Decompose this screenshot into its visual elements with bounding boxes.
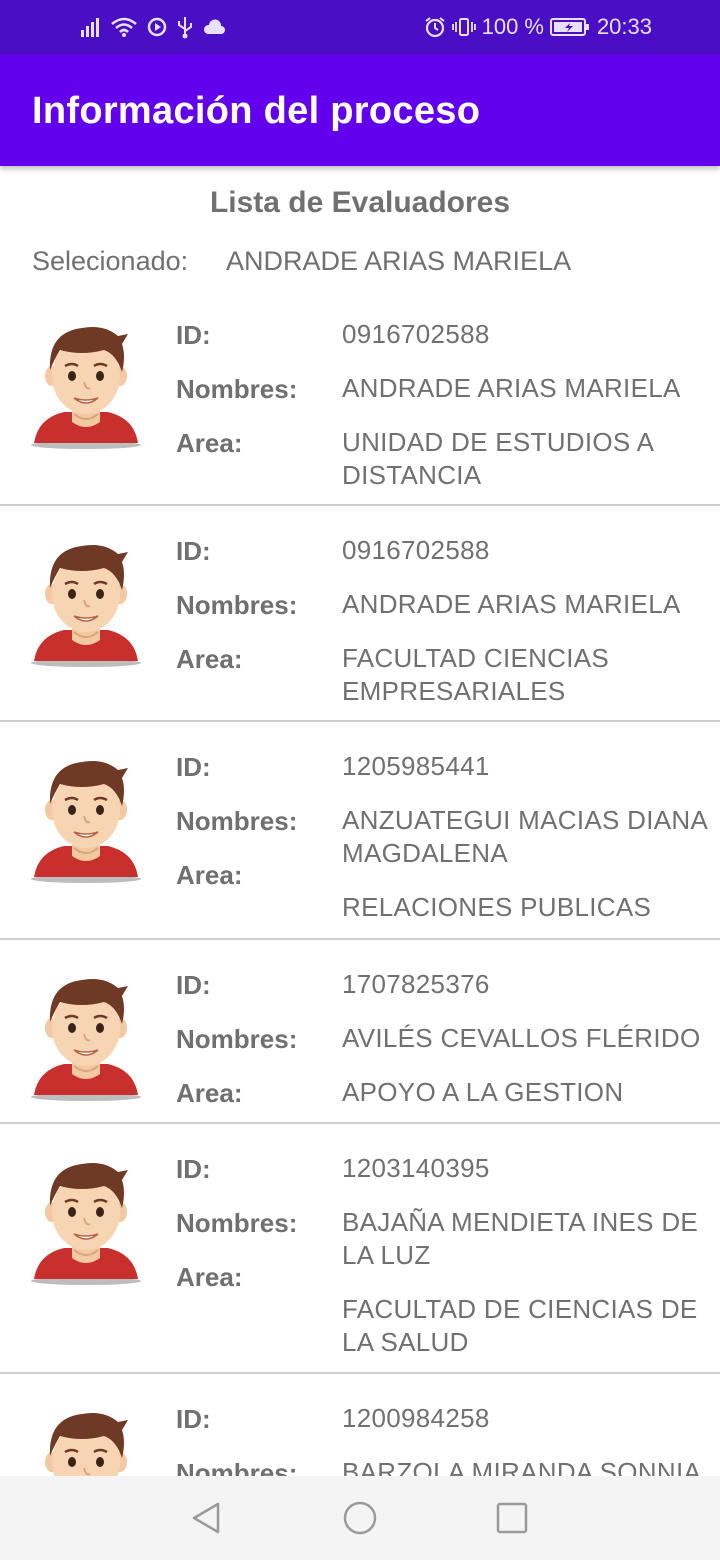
evaluator-card[interactable]: ID: 1203140395 Nombres: BAJAÑA MENDIETA … (0, 1124, 720, 1374)
vibrate-icon (451, 14, 476, 40)
names-label: Nombres: (176, 1208, 298, 1238)
names-value: BARZOLA MIRANDA SONNIA (342, 1457, 702, 1476)
id-label: ID: (176, 536, 211, 566)
names-value: BAJAÑA MENDIETA INES DE LA LUZ (342, 1207, 699, 1270)
names-label: Nombres: (176, 1024, 298, 1054)
area-label: Area: (176, 860, 243, 890)
app-bar: Información del proceso (0, 54, 720, 166)
area-value: UNIDAD DE ESTUDIOS A DISTANCIA (342, 427, 653, 490)
names-label: Nombres: (176, 806, 298, 836)
status-icons-left (80, 14, 226, 40)
page-title: Información del proceso (32, 90, 481, 132)
avatar (12, 958, 160, 1106)
names-label: Nombres: (176, 590, 298, 620)
names-label: Nombres: (176, 374, 298, 404)
names-value: ANDRADE ARIAS MARIELA (342, 589, 681, 619)
id-label: ID: (176, 1404, 211, 1434)
signal-icon (80, 14, 102, 40)
evaluator-card[interactable]: ID: 0916702588 Nombres: ANDRADE ARIAS MA… (0, 288, 720, 506)
home-icon[interactable] (342, 1500, 378, 1541)
status-icons-right: 100 % (424, 14, 590, 40)
id-label: ID: (176, 1154, 211, 1184)
area-label: Area: (176, 1078, 243, 1108)
selected-row: Selecionado: ANDRADE ARIAS MARIELA (32, 246, 571, 277)
id-label: ID: (176, 752, 211, 782)
selected-value: ANDRADE ARIAS MARIELA (226, 246, 572, 276)
area-value: RELACIONES PUBLICAS (342, 892, 652, 922)
id-value: 0916702588 (342, 535, 490, 565)
usb-icon (176, 14, 194, 40)
id-value: 1200984258 (342, 1403, 490, 1433)
area-value: FACULTAD DE CIENCIAS DE LA SALUD (342, 1294, 698, 1357)
person-avatar-icon (12, 306, 160, 454)
id-value: 1205985441 (342, 751, 490, 781)
evaluator-card[interactable]: ID: 1707825376 Nombres: AVILÉS CEVALLOS … (0, 940, 720, 1124)
evaluator-list[interactable]: ID: 0916702588 Nombres: ANDRADE ARIAS MA… (0, 288, 720, 1476)
names-value: ANDRADE ARIAS MARIELA (342, 373, 681, 403)
avatar (12, 740, 160, 888)
battery-percent: 100 % (481, 14, 544, 39)
id-label: ID: (176, 320, 211, 350)
person-avatar-icon (12, 1142, 160, 1290)
id-value: 1203140395 (342, 1153, 490, 1183)
recents-icon[interactable] (494, 1500, 530, 1541)
avatar (12, 306, 160, 454)
person-avatar-icon (12, 740, 160, 888)
navigation-bar (0, 1476, 720, 1560)
status-time: 20:33 (596, 14, 652, 39)
names-label: Nombres: (176, 1458, 298, 1476)
id-value: 0916702588 (342, 319, 490, 349)
status-bar: 100 % 20:33 (0, 0, 720, 54)
area-label: Area: (176, 428, 243, 458)
evaluator-card[interactable]: ID: 1205985441 Nombres: ANZUATEGUI MACIA… (0, 722, 720, 940)
avatar (12, 1142, 160, 1290)
person-avatar-icon (12, 958, 160, 1106)
area-value: FACULTAD CIENCIAS EMPRESARIALES (342, 643, 610, 706)
back-icon[interactable] (188, 1500, 224, 1541)
person-avatar-icon (12, 524, 160, 672)
avatar (12, 1392, 160, 1476)
area-value: APOYO A LA GESTION (342, 1077, 624, 1107)
record-icon (146, 14, 168, 40)
avatar (12, 524, 160, 672)
names-value: ANZUATEGUI MACIAS DIANA MAGDALENA (342, 805, 707, 868)
alarm-icon (424, 14, 446, 40)
evaluator-card[interactable]: ID: 0916702588 Nombres: ANDRADE ARIAS MA… (0, 506, 720, 722)
area-label: Area: (176, 644, 243, 674)
area-label: Area: (176, 1262, 243, 1292)
battery-icon (550, 14, 590, 40)
person-avatar-icon (12, 1392, 160, 1476)
list-title: Lista de Evaluadores (209, 186, 511, 219)
cloud-icon (202, 14, 226, 40)
id-value: 1707825376 (342, 969, 490, 999)
selected-label: Selecionado: (32, 246, 189, 276)
id-label: ID: (176, 970, 211, 1000)
wifi-icon (110, 14, 138, 40)
names-value: AVILÉS CEVALLOS FLÉRIDO (342, 1023, 701, 1053)
evaluator-card[interactable]: ID: 1200984258 Nombres: BARZOLA MIRANDA … (0, 1374, 720, 1476)
